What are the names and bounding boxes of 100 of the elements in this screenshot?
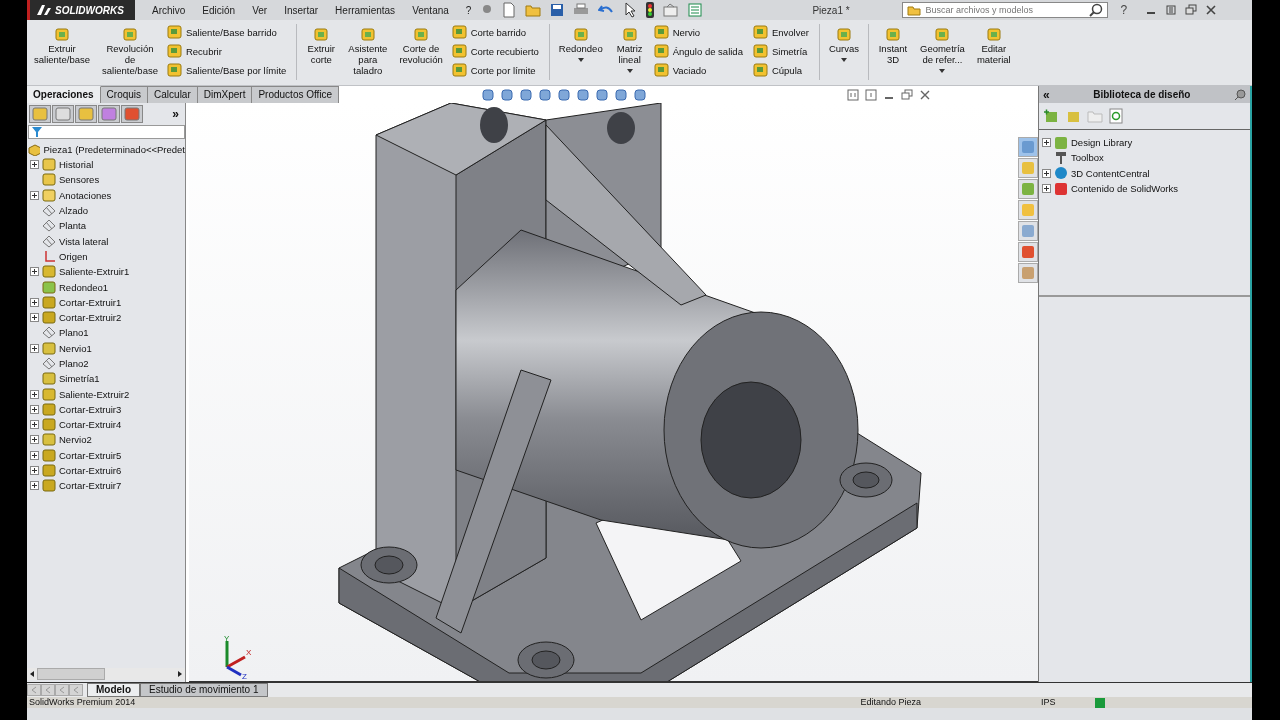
expand-icon[interactable] xyxy=(30,420,39,430)
ribbon-button[interactable]: Asistente para taladro xyxy=(345,24,391,78)
ribbon-button[interactable]: Recubrir xyxy=(166,43,291,59)
filter-field[interactable] xyxy=(28,125,185,139)
command-tab[interactable]: Productos Office xyxy=(252,86,340,103)
expand-icon[interactable] xyxy=(30,297,39,307)
tree-item[interactable]: Cortar-Extruir5 xyxy=(59,449,122,461)
more-tabs-button[interactable]: » xyxy=(172,107,179,121)
menu-item[interactable]: Insertar xyxy=(284,4,319,16)
expand-icon[interactable] xyxy=(30,450,39,460)
help-button[interactable]: ? xyxy=(1120,3,1128,17)
ribbon-button[interactable]: Corte barrido xyxy=(451,24,543,40)
expand-icon[interactable] xyxy=(30,389,39,399)
ribbon-button[interactable]: Envolver xyxy=(752,24,813,40)
view-tool-icon[interactable] xyxy=(557,87,572,102)
tree-item[interactable]: Nervio1 xyxy=(59,342,92,354)
expand-icon[interactable] xyxy=(30,190,39,200)
panel-tab-icon[interactable] xyxy=(121,105,143,123)
close-icon[interactable] xyxy=(1205,4,1218,16)
close-icon[interactable] xyxy=(919,88,932,101)
ribbon-button[interactable]: Nervio xyxy=(653,24,747,40)
traffic-light-icon[interactable] xyxy=(646,2,655,18)
save-icon[interactable] xyxy=(550,3,565,17)
filter-icon[interactable] xyxy=(32,127,42,137)
search-icon[interactable] xyxy=(1089,3,1104,17)
restore-icon[interactable] xyxy=(901,88,914,101)
units-indicator[interactable]: IPS xyxy=(1040,697,1056,708)
menu-item[interactable]: Ventana xyxy=(412,4,449,16)
checklist-icon[interactable] xyxy=(688,3,703,17)
refresh-icon[interactable] xyxy=(1109,108,1123,124)
print-icon[interactable] xyxy=(573,3,590,17)
tree-item[interactable]: Cortar-Extruir6 xyxy=(59,465,122,477)
tile-icon[interactable] xyxy=(865,88,878,101)
expand-icon[interactable] xyxy=(30,313,39,323)
help-icon[interactable] xyxy=(1095,697,1106,708)
ribbon-button[interactable]: Instant 3D xyxy=(875,24,911,75)
ribbon-button[interactable]: Redondeo xyxy=(555,24,606,78)
ribbon-button[interactable]: Geometría de refer... xyxy=(917,24,968,75)
ribbon-button[interactable]: Revolución de saliente/base xyxy=(99,24,161,78)
ribbon-button[interactable]: Corte recubierto xyxy=(451,43,543,59)
ribbon-button[interactable]: Extruir corte xyxy=(303,24,340,78)
model-tab[interactable]: Modelo xyxy=(87,683,140,697)
library-item[interactable]: Toolbox xyxy=(1071,152,1104,164)
tree-item[interactable]: Cortar-Extruir3 xyxy=(59,403,122,415)
horizontal-scrollbar[interactable] xyxy=(27,668,185,680)
panel-tab-icon[interactable] xyxy=(52,105,74,123)
tree-item[interactable]: Sensores xyxy=(59,174,100,186)
add-library-icon[interactable] xyxy=(1043,108,1059,124)
panel-splitter-handle[interactable] xyxy=(186,103,189,682)
tree-item[interactable]: Cortar-Extruir4 xyxy=(59,419,122,431)
menu-item[interactable]: ? xyxy=(465,4,472,16)
menu-item[interactable]: Ver xyxy=(252,4,268,16)
expand-icon[interactable] xyxy=(1042,168,1051,178)
ribbon-button[interactable]: Editar material xyxy=(973,24,1014,75)
tree-item[interactable]: Saliente-Extruir1 xyxy=(59,266,130,278)
tree-item[interactable]: Saliente-Extruir2 xyxy=(59,388,130,400)
tree-item[interactable]: Redondeo1 xyxy=(59,281,109,293)
tree-item[interactable]: Planta xyxy=(59,220,86,232)
tree-item[interactable]: Plano2 xyxy=(59,358,89,369)
part-name[interactable]: Pieza1 (Predeterminado<<Predet xyxy=(43,144,185,155)
tile-icon[interactable] xyxy=(847,88,860,101)
expand-icon[interactable] xyxy=(30,404,39,414)
ribbon-button[interactable]: Vaciado xyxy=(653,62,747,78)
command-tab[interactable]: DimXpert xyxy=(197,86,253,103)
menu-item[interactable]: Edición xyxy=(202,4,236,16)
command-tab[interactable]: Calcular xyxy=(148,86,198,103)
ribbon-button[interactable]: Corte por límite xyxy=(451,62,543,78)
caret-icon[interactable] xyxy=(577,58,584,62)
library-item[interactable]: 3D ContentCentral xyxy=(1071,167,1150,179)
tree-item[interactable]: Nervio2 xyxy=(59,434,92,446)
search-input[interactable]: Buscar archivos y modelos xyxy=(925,5,1086,15)
ribbon-button[interactable]: Simetría xyxy=(752,43,813,59)
tree-item[interactable]: Vista lateral xyxy=(59,235,109,247)
view-tool-icon[interactable] xyxy=(500,87,515,102)
ribbon-button[interactable]: Corte de revolución xyxy=(396,24,446,78)
ribbon-button[interactable]: Saliente/Base por límite xyxy=(166,62,291,78)
tree-item[interactable]: Plano1 xyxy=(59,327,89,339)
expand-icon[interactable] xyxy=(30,160,39,170)
command-tab[interactable]: Operaciones xyxy=(27,86,101,103)
view-tool-icon[interactable] xyxy=(614,87,629,102)
expand-icon[interactable] xyxy=(30,466,39,476)
ribbon-button[interactable]: Curvas xyxy=(825,24,862,64)
menu-item[interactable]: Archivo xyxy=(152,4,186,16)
ribbon-button[interactable]: Cúpula xyxy=(752,62,813,78)
tree-item[interactable]: Historial xyxy=(59,159,94,171)
expand-icon[interactable] xyxy=(30,267,39,277)
tree-item[interactable]: Cortar-Extruir7 xyxy=(59,480,122,492)
view-tool-icon[interactable] xyxy=(538,87,553,102)
caret-icon[interactable] xyxy=(939,69,946,73)
tree-item[interactable]: Alzado xyxy=(59,205,89,217)
expand-icon[interactable] xyxy=(30,343,39,353)
expand-icon[interactable] xyxy=(30,481,39,491)
view-tool-icon[interactable] xyxy=(481,87,496,102)
expand-icon[interactable] xyxy=(1042,138,1051,148)
expand-icon[interactable] xyxy=(30,435,39,445)
search-field[interactable]: Buscar archivos y modelos xyxy=(902,2,1109,18)
view-tool-icon[interactable] xyxy=(633,87,648,102)
maximize-icon[interactable] xyxy=(1185,4,1198,16)
caret-icon[interactable] xyxy=(840,58,847,62)
ribbon-button[interactable]: Saliente/Base barrido xyxy=(166,24,291,40)
